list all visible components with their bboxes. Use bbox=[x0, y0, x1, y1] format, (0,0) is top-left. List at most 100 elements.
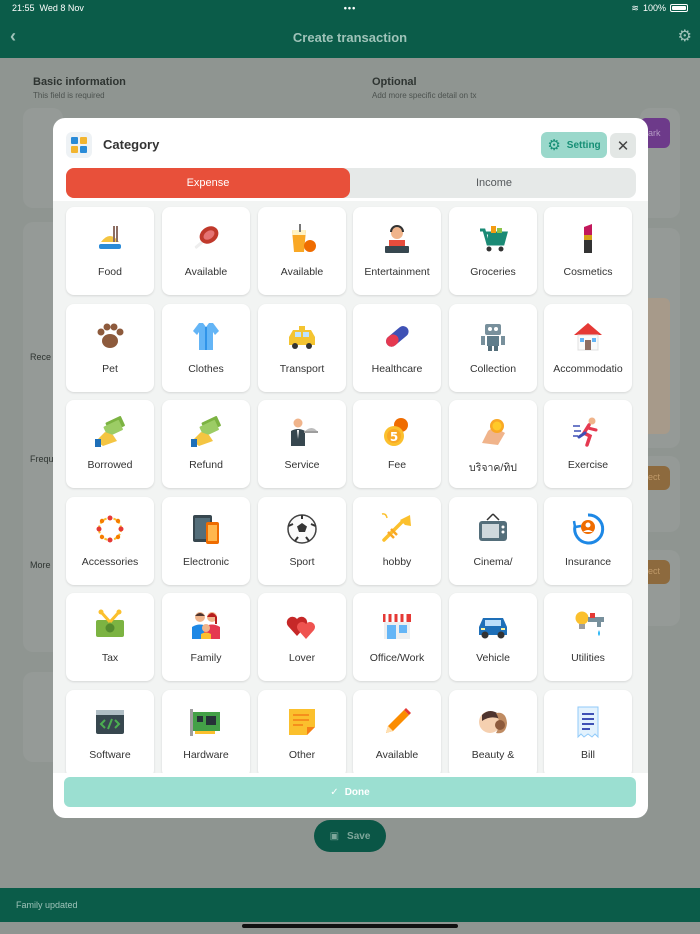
status-time: 21:55 Wed 8 Nov bbox=[12, 3, 84, 13]
category-item-healthcare[interactable]: Healthcare bbox=[353, 303, 441, 392]
food-icon bbox=[99, 226, 121, 249]
category-label: Insurance bbox=[564, 555, 612, 568]
bg-frequent-label: Frequ bbox=[30, 454, 54, 464]
category-item-office-work[interactable]: Office/Work bbox=[353, 593, 441, 681]
category-item-bill[interactable]: Bill bbox=[544, 689, 632, 773]
category-label: Borrowed bbox=[87, 459, 133, 471]
car-icon bbox=[479, 618, 507, 639]
back-icon[interactable]: ‹ bbox=[10, 26, 16, 47]
category-item-hobby[interactable]: hobby bbox=[353, 496, 441, 585]
trumpet-icon bbox=[381, 512, 411, 542]
category-item-cosmetics[interactable]: Cosmetics bbox=[544, 207, 632, 295]
category-label: Available bbox=[184, 266, 228, 278]
category-grid: Food Available Available Entertainment Groce… bbox=[53, 201, 648, 773]
runner-icon bbox=[573, 417, 598, 447]
category-label: Fee bbox=[387, 459, 407, 471]
category-label: Collection bbox=[469, 362, 517, 375]
status-bar: 21:55 Wed 8 Nov ••• ≋ 100% bbox=[0, 0, 700, 16]
close-button[interactable]: ✕ bbox=[610, 133, 636, 158]
category-item-available[interactable]: Available bbox=[258, 207, 346, 295]
shirt-icon bbox=[193, 322, 219, 350]
category-label: Sport bbox=[289, 555, 315, 568]
basic-info-subtitle: This field is required bbox=[33, 91, 105, 100]
category-item-pet[interactable]: Pet bbox=[66, 303, 154, 392]
category-label: Vehicle bbox=[476, 652, 510, 664]
gear-icon[interactable]: ⚙ bbox=[678, 26, 692, 46]
category-item-tax[interactable]: Tax bbox=[66, 593, 154, 681]
tax-icon bbox=[96, 609, 124, 637]
category-label: Family bbox=[190, 652, 222, 664]
category-item-available[interactable]: Available bbox=[162, 207, 250, 295]
save-button[interactable]: ▣ Save bbox=[314, 820, 386, 852]
category-item-entertainment[interactable]: Entertainment bbox=[353, 207, 441, 295]
category-label: Pet bbox=[102, 362, 118, 375]
family-icon bbox=[192, 612, 220, 639]
category-label: Other bbox=[288, 748, 316, 761]
category-label: Service bbox=[284, 459, 320, 471]
paw-icon bbox=[97, 323, 124, 348]
save-icon: ▣ bbox=[329, 830, 340, 842]
done-label: Done bbox=[344, 786, 370, 798]
hearts-icon bbox=[286, 616, 315, 639]
code-icon bbox=[96, 709, 124, 734]
category-item-lover[interactable]: Lover bbox=[258, 593, 346, 681]
category-item-exercise[interactable]: Exercise bbox=[544, 400, 632, 488]
close-icon: ✕ bbox=[616, 137, 630, 155]
multitask-dots-icon[interactable]: ••• bbox=[112, 3, 588, 13]
category-item-fee[interactable]: 5 Fee bbox=[353, 400, 441, 488]
category-label: Refund bbox=[189, 459, 223, 471]
bill-icon bbox=[577, 706, 599, 738]
done-button[interactable]: ✓ Done bbox=[64, 777, 636, 807]
category-item-clothes[interactable]: Clothes bbox=[162, 303, 250, 392]
cart-icon bbox=[480, 226, 508, 252]
category-item-cinema[interactable]: Cinema/ bbox=[449, 496, 537, 585]
shop-icon bbox=[383, 614, 411, 639]
category-item-accessories[interactable]: Accessories bbox=[66, 496, 154, 585]
category-label: hobby bbox=[382, 555, 412, 568]
category-item-hardware[interactable]: Hardware bbox=[162, 689, 250, 773]
bg-more-label: More bbox=[30, 560, 51, 570]
tab-income[interactable]: Income bbox=[352, 168, 636, 198]
category-item-vehicle[interactable]: Vehicle bbox=[449, 593, 537, 681]
category-label: Bill bbox=[580, 748, 595, 761]
category-item-software[interactable]: Software bbox=[66, 689, 154, 773]
basic-info-title: Basic information bbox=[33, 76, 126, 88]
category-label: Lover bbox=[288, 652, 316, 664]
toast-message: Family updated bbox=[0, 888, 700, 922]
svg-text:5: 5 bbox=[390, 430, 398, 444]
tip-icon bbox=[482, 419, 505, 445]
bg-mark-label: ark bbox=[648, 128, 661, 138]
category-item-utilities[interactable]: Utilities bbox=[544, 593, 632, 681]
category-item-collection[interactable]: Collection bbox=[449, 303, 537, 392]
category-label: Groceries bbox=[470, 266, 516, 278]
category-item-refund[interactable]: Refund bbox=[162, 400, 250, 488]
category-item-electronic[interactable]: Electronic bbox=[162, 496, 250, 585]
check-icon: ✓ bbox=[330, 786, 339, 798]
category-item-service[interactable]: Service bbox=[258, 400, 346, 488]
category-item-beauty[interactable]: Beauty & bbox=[449, 689, 537, 773]
setting-button[interactable]: ⚙ Setting bbox=[541, 132, 607, 158]
wifi-icon: ≋ bbox=[631, 2, 639, 13]
robot-icon bbox=[481, 323, 505, 351]
category-item-sport[interactable]: Sport bbox=[258, 496, 346, 585]
page-title: Create transaction bbox=[292, 29, 408, 45]
category-item-accommodatio[interactable]: Accommodatio bbox=[544, 303, 632, 392]
category-item-available[interactable]: Available bbox=[353, 689, 441, 773]
category-label: บริจาค/ทิป bbox=[469, 462, 517, 474]
category-label: Software bbox=[89, 748, 131, 761]
category-label: Beauty & bbox=[471, 748, 515, 761]
category-item-family[interactable]: Family bbox=[162, 593, 250, 681]
coins-icon: 5 bbox=[384, 418, 408, 446]
toast-text: Family updated bbox=[16, 900, 78, 910]
tab-expense[interactable]: Expense bbox=[66, 168, 350, 198]
category-label: Exercise bbox=[567, 459, 609, 471]
category-item-[interactable]: บริจาค/ทิป bbox=[449, 400, 537, 488]
category-item-transport[interactable]: Transport bbox=[258, 303, 346, 392]
category-item-food[interactable]: Food bbox=[66, 207, 154, 295]
category-item-insurance[interactable]: Insurance bbox=[544, 496, 632, 585]
tv-icon bbox=[479, 512, 507, 541]
category-item-other[interactable]: Other bbox=[258, 689, 346, 773]
category-item-groceries[interactable]: Groceries bbox=[449, 207, 537, 295]
pencil-icon bbox=[386, 707, 411, 733]
category-item-borrowed[interactable]: Borrowed bbox=[66, 400, 154, 488]
